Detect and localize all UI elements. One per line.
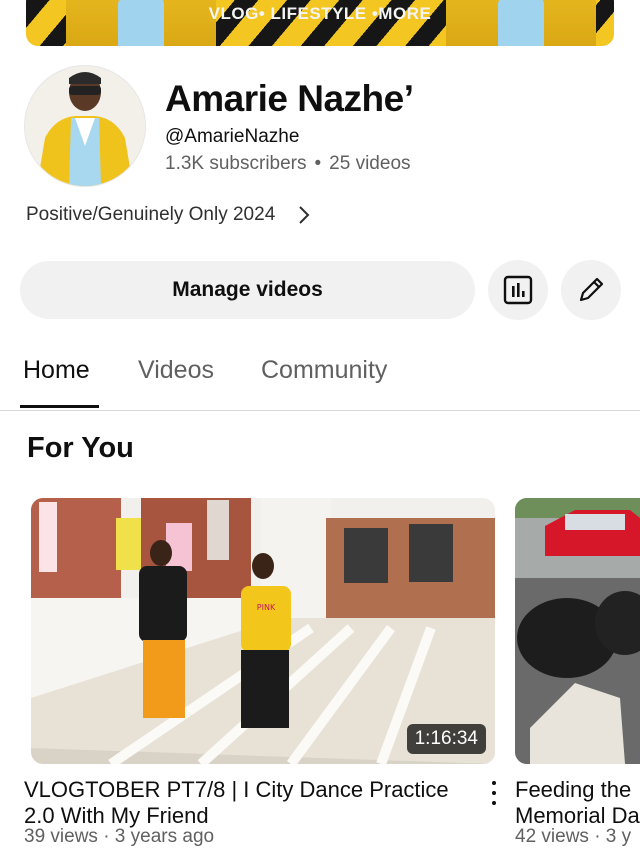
shirt-text: PINK (257, 603, 276, 612)
video-meta: 39 views · 3 years ago (24, 826, 215, 847)
stats-separator: • (314, 153, 322, 174)
channel-description: Positive/Genuinely Only 2024 (26, 204, 276, 225)
channel-banner: VLOG• LIFESTYLE •MORE (26, 0, 614, 46)
more-options-icon[interactable] (486, 781, 502, 805)
banner-text: VLOG• LIFESTYLE •MORE (208, 4, 432, 23)
channel-name: Amarie Nazhe’ (165, 78, 414, 119)
video-count: 25 videos (329, 153, 411, 174)
video-thumbnail[interactable]: PINK 1:16:34 (31, 498, 495, 764)
tab-community[interactable]: Community (261, 356, 387, 385)
analytics-button[interactable] (488, 260, 548, 320)
channel-handle: @AmarieNazhe (165, 126, 300, 147)
subscriber-count: 1.3K subscribers (165, 153, 307, 174)
channel-avatar[interactable] (25, 66, 145, 186)
video-title-text: Feeding the Memorial Da (515, 777, 640, 828)
video-title[interactable]: VLOGTOBER PT7/8 | I City Dance Practice … (24, 777, 480, 829)
video-thumbnail[interactable] (515, 498, 640, 764)
tab-videos[interactable]: Videos (138, 356, 214, 385)
active-tab-indicator (20, 405, 99, 408)
pencil-icon (579, 277, 604, 302)
chevron-right-icon (299, 206, 310, 224)
edit-channel-button[interactable] (561, 260, 621, 320)
tab-home[interactable]: Home (23, 356, 90, 385)
video-duration: 1:16:34 (406, 724, 486, 754)
section-title: For You (27, 432, 134, 464)
channel-description-link[interactable]: Positive/Genuinely Only 2024 (26, 204, 311, 226)
video-title[interactable]: Feeding the Memorial Da (515, 777, 640, 829)
video-meta: 42 views · 3 y (515, 826, 632, 847)
analytics-icon (503, 275, 533, 305)
channel-stats: 1.3K subscribers • 25 videos (165, 153, 411, 175)
channel-tabs: Home Videos Community (0, 348, 640, 411)
manage-videos-button[interactable]: Manage videos (20, 261, 475, 319)
